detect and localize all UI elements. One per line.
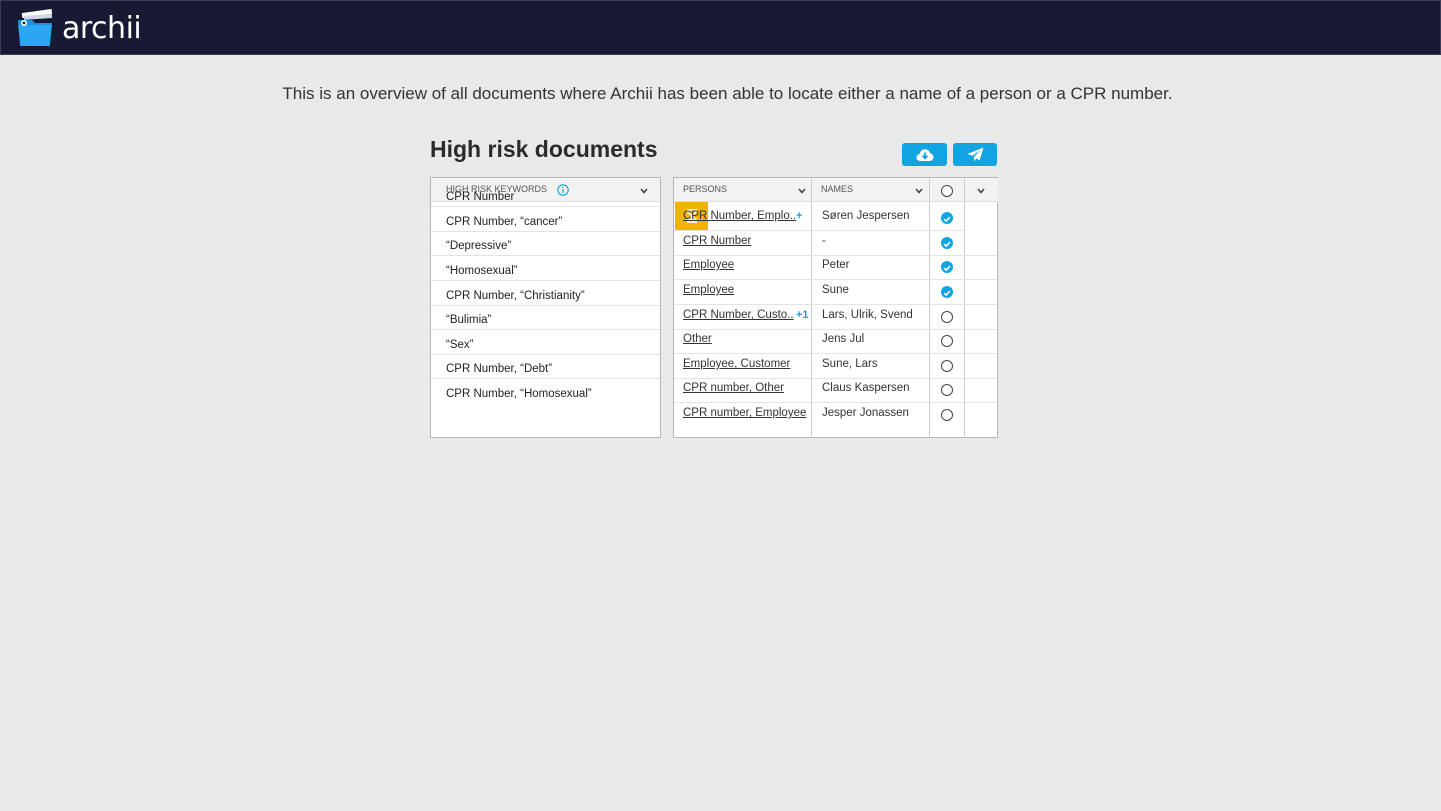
row-divider — [431, 305, 660, 306]
unchecked-checkbox[interactable] — [941, 384, 953, 396]
unchecked-checkbox[interactable] — [941, 409, 953, 421]
checked-checkbox[interactable] — [941, 237, 953, 249]
keywords-table: HIGH RISK KEYWORDS CPR Number CPR Number,… — [430, 177, 661, 438]
checkmark-icon — [943, 216, 951, 223]
names-header[interactable]: NAMES — [812, 178, 930, 202]
keyword-row[interactable]: “Bulimia” — [446, 314, 491, 326]
row-divider — [674, 329, 997, 330]
persons-link[interactable]: CPR Number, Custo.. — [683, 309, 794, 321]
checkmark-icon — [943, 290, 951, 297]
chevron-down-icon[interactable] — [797, 186, 807, 196]
keyword-row[interactable]: CPR Number, “Homosexual” — [446, 388, 592, 400]
row-divider — [674, 304, 997, 305]
row-divider — [674, 402, 997, 403]
names-cell: Jens Jul — [822, 333, 865, 345]
row-divider — [674, 255, 997, 256]
names-cell: Claus Kaspersen — [822, 382, 910, 394]
row-divider — [431, 231, 660, 232]
select-all-checkbox[interactable] — [941, 185, 953, 197]
row-divider — [674, 378, 997, 379]
brand-name: archii — [62, 11, 142, 46]
persons-table: PERSONS NAMES CPR Number, Emplo.. + Søren … — [673, 177, 998, 438]
cloud-download-icon — [916, 148, 933, 161]
row-divider — [431, 280, 660, 281]
row-divider — [674, 279, 997, 280]
keyword-row[interactable]: CPR Number, “Christianity” — [446, 290, 585, 302]
names-cell: Jesper Jonassen — [822, 407, 909, 419]
folder-logo-icon — [18, 9, 53, 46]
row-divider — [674, 353, 997, 354]
unchecked-checkbox[interactable] — [941, 335, 953, 347]
status-header[interactable] — [965, 178, 998, 202]
select-all-header[interactable] — [930, 178, 965, 202]
persons-link[interactable]: CPR Number — [683, 235, 751, 247]
names-cell: Sune, Lars — [822, 358, 878, 370]
row-divider — [431, 354, 660, 355]
row-divider — [431, 329, 660, 330]
info-icon[interactable] — [557, 184, 569, 196]
row-divider — [431, 206, 660, 207]
names-header-label: NAMES — [821, 184, 854, 194]
more-persons-badge[interactable]: + — [796, 210, 802, 222]
download-button[interactable] — [902, 143, 947, 166]
checkmark-icon — [943, 241, 951, 248]
checked-checkbox[interactable] — [941, 212, 953, 224]
unchecked-checkbox[interactable] — [941, 360, 953, 372]
row-divider — [431, 255, 660, 256]
persons-link[interactable]: CPR number, Employee — [683, 407, 806, 419]
keyword-row[interactable]: CPR Number, “Debt” — [446, 363, 552, 375]
persons-link[interactable]: CPR Number, Emplo.. — [683, 210, 796, 222]
paper-plane-icon — [967, 147, 983, 162]
chevron-down-icon[interactable] — [639, 186, 649, 196]
persons-link[interactable]: Employee — [683, 284, 734, 296]
page-title: High risk documents — [430, 136, 658, 162]
unchecked-checkbox[interactable] — [941, 311, 953, 323]
keyword-row[interactable]: CPR Number — [446, 191, 514, 203]
row-divider — [674, 230, 965, 231]
names-cell: Sune — [822, 284, 849, 296]
chevron-down-icon[interactable] — [914, 186, 924, 196]
persons-link[interactable]: Employee — [683, 259, 734, 271]
more-persons-badge[interactable]: +1 — [796, 309, 809, 321]
persons-link[interactable]: Other — [683, 333, 712, 345]
archii-logo[interactable]: archii — [16, 9, 142, 49]
intro-text: This is an overview of all documents whe… — [282, 84, 1173, 103]
names-cell: Lars, Ulrik, Svend — [822, 309, 913, 321]
row-divider — [431, 378, 660, 379]
keyword-row[interactable]: CPR Number, “cancer” — [446, 216, 562, 228]
checkmark-icon — [943, 265, 951, 272]
checked-checkbox[interactable] — [941, 261, 953, 273]
names-cell: Peter — [822, 259, 850, 271]
keyword-row[interactable]: “Depressive” — [446, 240, 511, 252]
send-button[interactable] — [953, 143, 997, 166]
keyword-row[interactable]: “Sex” — [446, 339, 473, 351]
chevron-down-icon[interactable] — [976, 186, 986, 196]
persons-link[interactable]: CPR number, Other — [683, 382, 784, 394]
persons-header[interactable]: PERSONS — [674, 178, 812, 202]
keyword-row[interactable]: “Homosexual” — [446, 265, 518, 277]
checked-checkbox[interactable] — [941, 286, 953, 298]
names-cell: Søren Jespersen — [822, 210, 910, 222]
names-cell: - — [822, 235, 826, 247]
persons-header-label: PERSONS — [683, 184, 728, 194]
top-bar: archii — [0, 0, 1441, 55]
persons-link[interactable]: Employee, Customer — [683, 358, 790, 370]
